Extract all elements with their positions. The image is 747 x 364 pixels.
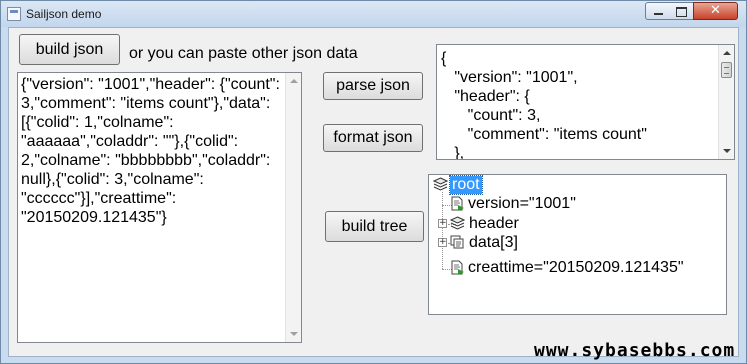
raw-json-textarea[interactable]: {"version": "1001","header": {"count": 3… <box>17 72 302 343</box>
tree-node-label: header <box>469 215 519 232</box>
window-title: Sailjson demo <box>26 7 102 21</box>
raw-json-scrollbar[interactable] <box>285 73 301 342</box>
build-json-button[interactable]: build json <box>19 34 120 65</box>
minimize-icon <box>654 13 663 15</box>
title-bar[interactable]: Sailjson demo ✕ <box>1 1 746 27</box>
scroll-down-icon[interactable] <box>723 149 731 153</box>
json-tree-view[interactable]: root version="1001" + header + data[3] c… <box>428 174 727 315</box>
formatted-json-line: "comment": "items count" <box>441 126 647 143</box>
expand-icon[interactable]: + <box>438 238 447 247</box>
array-node-icon <box>450 235 464 249</box>
formatted-json-line: { <box>441 50 447 67</box>
watermark: www.sybasebbs.com <box>534 340 736 361</box>
formatted-json-scrollbar[interactable] <box>718 45 734 159</box>
formatted-json-line: "header": { <box>441 88 530 105</box>
value-node-icon <box>451 260 464 275</box>
raw-json-text: {"version": "1001","header": {"count": 3… <box>21 76 280 226</box>
hint-label: or you can paste other json data <box>129 45 358 62</box>
app-icon <box>7 7 21 21</box>
build-tree-button[interactable]: build tree <box>325 211 424 242</box>
tree-node-label: creattime="20150209.121435" <box>468 259 684 276</box>
formatted-json-line: }, <box>441 145 465 160</box>
scroll-thumb[interactable] <box>721 62 732 78</box>
close-button[interactable]: ✕ <box>693 2 738 20</box>
tree-node-label: data[3] <box>469 234 518 251</box>
value-node-icon <box>451 196 464 211</box>
parse-json-button[interactable]: parse json <box>323 72 423 100</box>
tree-connector <box>442 192 443 269</box>
tree-node-label: version="1001" <box>468 195 576 212</box>
maximize-icon <box>676 7 687 17</box>
object-node-icon <box>450 216 465 230</box>
object-node-icon <box>433 177 448 191</box>
app-window: Sailjson demo ✕ build json or you can pa… <box>0 0 747 364</box>
scroll-down-icon[interactable] <box>290 332 298 336</box>
format-json-button[interactable]: format json <box>323 124 423 152</box>
close-icon: ✕ <box>710 3 721 18</box>
expand-icon[interactable]: + <box>438 219 447 228</box>
scroll-up-icon[interactable] <box>290 79 298 83</box>
formatted-json-line: "count": 3, <box>441 107 541 124</box>
tree-node-label: root <box>449 175 483 195</box>
formatted-json-line: "version": "1001", <box>441 69 578 86</box>
minimize-button[interactable] <box>645 2 670 20</box>
formatted-json-textarea[interactable]: { "version": "1001", "header": { "count"… <box>436 44 735 160</box>
scroll-up-icon[interactable] <box>723 51 731 55</box>
maximize-button[interactable] <box>669 2 694 20</box>
